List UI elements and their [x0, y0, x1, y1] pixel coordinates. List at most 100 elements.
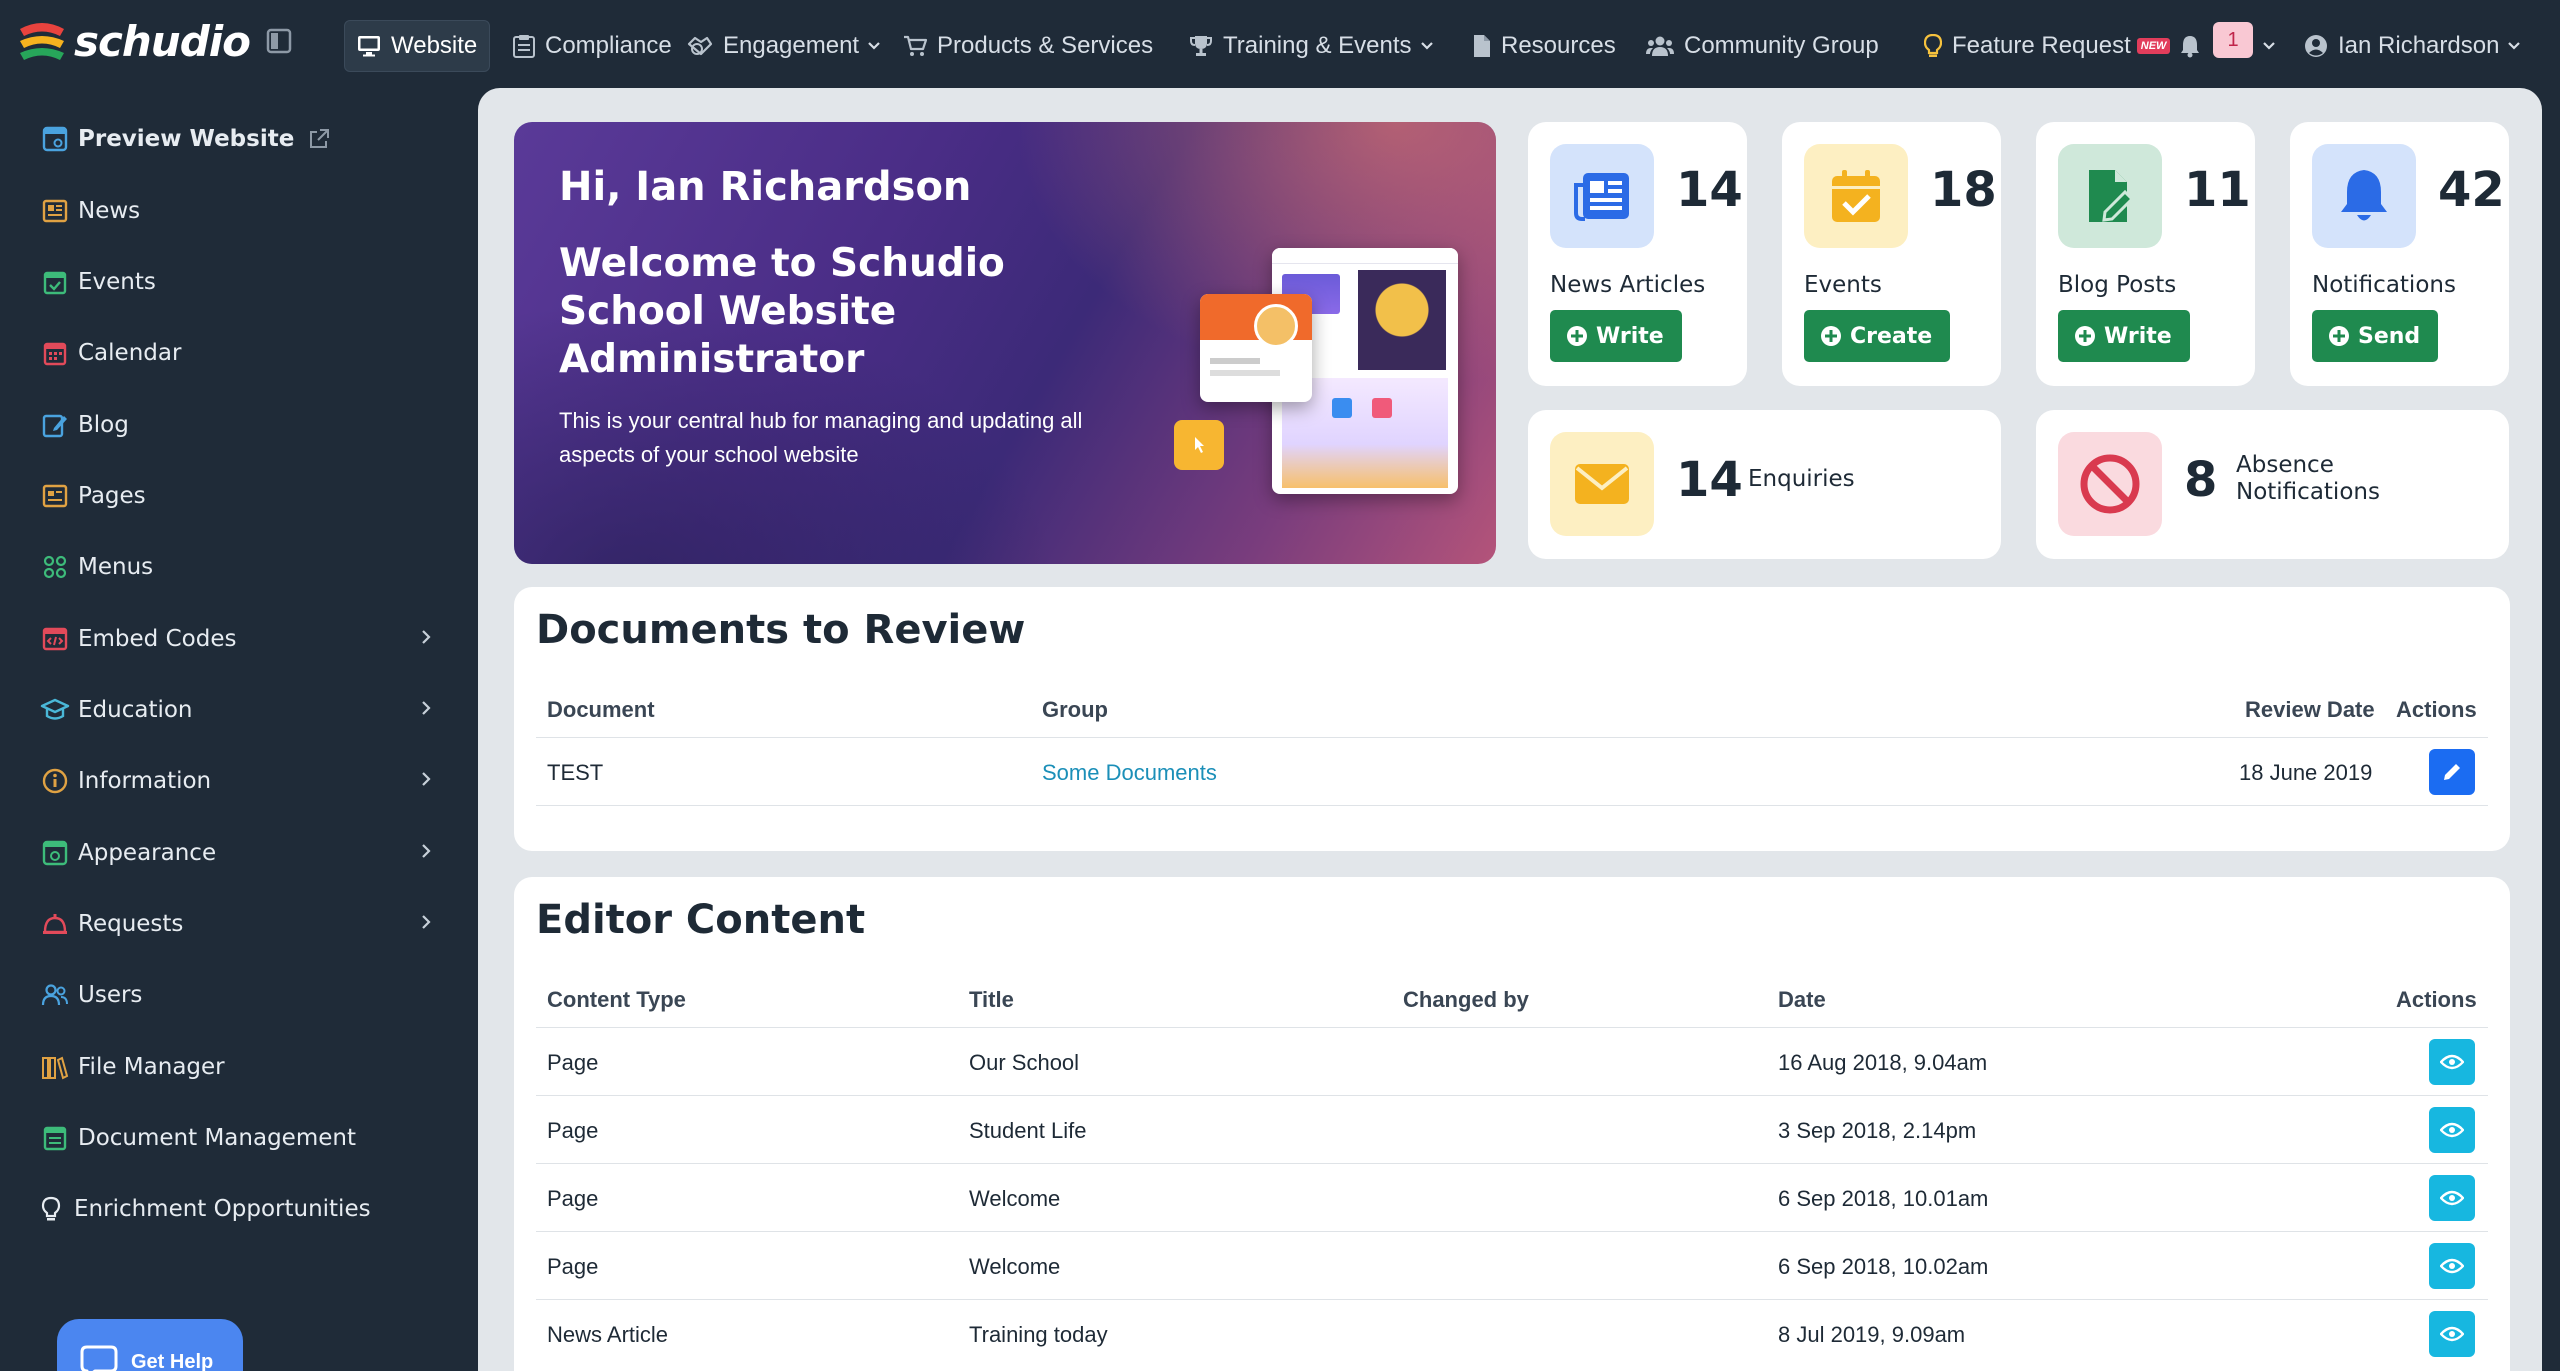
view-button[interactable] [2429, 1107, 2475, 1153]
new-badge: NEW [2136, 38, 2171, 54]
sidebar-item-label: Users [78, 982, 143, 1008]
topnav-engagement[interactable]: Engagement [687, 20, 881, 72]
ban-icon [2058, 432, 2162, 536]
topnav-feature-request[interactable]: Feature Request NEW [1924, 20, 2171, 72]
content-title: Welcome [969, 1254, 1061, 1279]
chevron-right-icon [422, 844, 431, 858]
divider [536, 1095, 2488, 1096]
column-header-document[interactable]: Document [547, 697, 655, 723]
sidebar-item-enrichment-opportunities[interactable]: Enrichment Opportunities [36, 1184, 446, 1234]
write-blog-button[interactable]: Write [2058, 310, 2190, 362]
bell-icon [2181, 36, 2199, 58]
sidebar-item-label: News [78, 198, 141, 224]
appearance-icon [40, 840, 70, 866]
sidebar-item-education[interactable]: Education [40, 685, 450, 735]
stat-card-enquiries[interactable]: 14 Enquiries [1528, 410, 2001, 559]
edit-button[interactable] [2429, 749, 2475, 795]
sidebar-item-pages[interactable]: Pages [40, 471, 450, 521]
sidebar-item-appearance[interactable]: Appearance [40, 828, 450, 878]
topnav-products-services[interactable]: Products & Services [903, 20, 1153, 72]
sidebar-item-label: Preview Website [78, 126, 295, 152]
column-header-group[interactable]: Group [1042, 697, 1108, 723]
topnav-website[interactable]: Website [344, 20, 491, 72]
topnav-label: Community Group [1684, 32, 1879, 59]
write-news-button[interactable]: Write [1550, 310, 1682, 362]
column-header-content-type[interactable]: Content Type [547, 987, 686, 1013]
chevron-right-icon [422, 915, 431, 929]
topnav-compliance[interactable]: Compliance [513, 20, 672, 72]
welcome-banner: Hi, Ian Richardson Welcome to Schudio Sc… [514, 122, 1496, 564]
divider [536, 1027, 2488, 1028]
sidebar-item-label: Calendar [78, 340, 182, 366]
sidebar-toggle-button[interactable] [266, 28, 292, 54]
sidebar-item-label: Requests [78, 911, 184, 937]
users-icon [40, 983, 70, 1007]
sidebar-item-label: Events [78, 269, 156, 295]
document-icon [40, 1125, 70, 1151]
plus-circle-icon [2329, 326, 2349, 346]
view-button[interactable] [2429, 1243, 2475, 1289]
pointer-icon [1195, 437, 1204, 453]
stat-card-absence-notifications[interactable]: 8 Absence Notifications [2036, 410, 2509, 559]
top-navigation: schudio Website Compliance Engagement Pr… [0, 0, 2560, 80]
column-header-review-date[interactable]: Review Date [2245, 697, 2375, 723]
sidebar-item-calendar[interactable]: Calendar [40, 328, 450, 378]
button-label: Send [2358, 323, 2421, 349]
calendar-check-icon [1804, 144, 1908, 248]
sidebar-item-label: Menus [78, 554, 154, 580]
graduation-icon [40, 697, 70, 723]
get-help-button[interactable]: Get Help [57, 1319, 243, 1371]
notification-count-badge[interactable]: 1 [2213, 22, 2253, 58]
topnav-community-group[interactable]: Community Group [1646, 20, 1879, 72]
sidebar-item-preview-website[interactable]: Preview Website [40, 114, 450, 164]
sidebar-item-news[interactable]: News [40, 186, 450, 236]
sidebar-item-embed-codes[interactable]: Embed Codes [40, 614, 450, 664]
send-notification-button[interactable]: Send [2312, 310, 2439, 362]
stat-count: 8 [2184, 452, 2218, 508]
sidebar-item-document-management[interactable]: Document Management [40, 1113, 450, 1163]
stat-card-events: 18 Events Create [1782, 122, 2001, 386]
sidebar-item-events[interactable]: Events [40, 257, 450, 307]
sidebar-item-information[interactable]: Information [40, 756, 450, 806]
external-link-icon [310, 129, 330, 148]
file-edit-icon [2058, 144, 2162, 248]
sidebar-item-label: Embed Codes [78, 626, 237, 652]
column-header-changed-by[interactable]: Changed by [1403, 987, 1529, 1013]
pencil-icon [2444, 764, 2460, 780]
eye-icon [2440, 1054, 2464, 1070]
sidebar-item-menus[interactable]: Menus [40, 542, 450, 592]
stat-count: 18 [1930, 162, 1997, 218]
newspaper-icon [1550, 144, 1654, 248]
logo-mark-icon [20, 23, 64, 60]
topnav-training-events[interactable]: Training & Events [1189, 20, 1434, 72]
trophy-icon [1190, 36, 1212, 56]
books-icon [40, 1054, 70, 1080]
schudio-logo[interactable]: schudio [16, 16, 251, 66]
view-button[interactable] [2429, 1311, 2475, 1357]
column-header-date[interactable]: Date [1778, 987, 1826, 1013]
notifications-bell[interactable] [2180, 20, 2200, 72]
divider [536, 737, 2488, 738]
calendar-check-icon [40, 269, 70, 295]
sidebar-item-users[interactable]: Users [40, 970, 450, 1020]
stat-label: Events [1804, 272, 1882, 298]
column-header-title[interactable]: Title [969, 987, 1014, 1013]
file-icon [1474, 35, 1490, 57]
envelope-icon [1550, 432, 1654, 536]
sidebar-item-requests[interactable]: Requests [40, 899, 450, 949]
user-menu[interactable]: Ian Richardson [2304, 20, 2521, 72]
view-button[interactable] [2429, 1175, 2475, 1221]
sidebar-item-blog[interactable]: Blog [40, 400, 450, 450]
notifications-dropdown[interactable] [2262, 20, 2276, 72]
sidebar-item-label: Education [78, 697, 193, 723]
sidebar-item-file-manager[interactable]: File Manager [40, 1042, 450, 1092]
create-event-button[interactable]: Create [1804, 310, 1951, 362]
button-label: Write [1596, 323, 1664, 349]
topnav-resources[interactable]: Resources [1473, 20, 1616, 72]
chevron-right-icon [422, 772, 431, 786]
stat-label: News Articles [1550, 272, 1706, 298]
content-date: 16 Aug 2018, 9.04am [1778, 1050, 1988, 1075]
document-group-link[interactable]: Some Documents [1042, 760, 1217, 786]
view-button[interactable] [2429, 1039, 2475, 1085]
pages-icon [40, 484, 70, 508]
